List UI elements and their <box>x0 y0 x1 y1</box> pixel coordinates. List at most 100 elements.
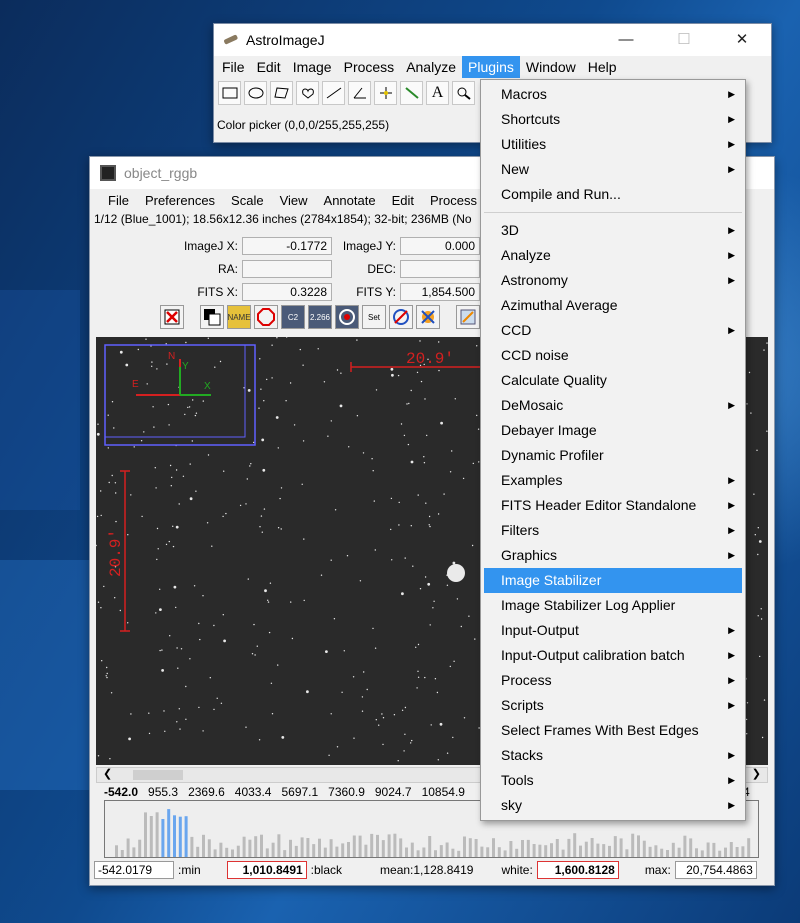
histogram-bar <box>654 845 658 857</box>
histogram-bar <box>294 845 298 857</box>
min-field[interactable]: -542.0179 <box>94 861 174 879</box>
plugins-menu-item[interactable]: Debayer Image <box>481 418 745 443</box>
histogram-bar <box>729 842 733 857</box>
image-menu-preferences[interactable]: Preferences <box>137 193 223 208</box>
image-menu-edit[interactable]: Edit <box>384 193 422 208</box>
plugins-menu-item[interactable]: FITS Header Editor Standalone ▶ <box>481 493 745 518</box>
histogram-bar <box>254 836 258 857</box>
plugins-menu-item[interactable]: Tools ▶ <box>481 768 745 793</box>
white-field[interactable]: 1,600.8128 <box>536 861 619 879</box>
c2-aperture-icon[interactable]: C2 <box>281 305 305 329</box>
stop-icon[interactable] <box>254 305 278 329</box>
plugins-menu-item[interactable]: CCD ▶ <box>481 318 745 343</box>
clear-apertures-icon[interactable] <box>416 305 440 329</box>
clear-overlay-icon[interactable] <box>160 305 184 329</box>
plugins-menu-item-label: Image Stabilizer Log Applier <box>501 597 676 613</box>
plugins-menu-item[interactable]: Select Frames With Best Edges <box>481 718 745 743</box>
plugins-menu-item[interactable]: Stacks ▶ <box>481 743 745 768</box>
scroll-left-icon[interactable]: ❮ <box>103 767 112 780</box>
max-label: max: <box>644 863 671 877</box>
main-titlebar[interactable]: AstroImageJ — ☐ ✕ <box>214 24 771 56</box>
plugins-menu-item[interactable]: Input-Output ▶ <box>481 618 745 643</box>
menu-edit[interactable]: Edit <box>251 56 287 78</box>
north-east-arrows <box>136 359 181 396</box>
name-label-icon[interactable]: NAME <box>227 305 251 329</box>
plugins-menu-item[interactable]: Macros ▶ <box>481 82 745 107</box>
fits-y-field[interactable]: 1,854.500 <box>400 283 480 301</box>
rectangle-tool-icon[interactable] <box>218 81 241 105</box>
menu-help[interactable]: Help <box>582 56 623 78</box>
scroll-thumb[interactable] <box>133 770 183 780</box>
image-menu-annotate[interactable]: Annotate <box>316 193 384 208</box>
menu-plugins[interactable]: Plugins <box>462 56 520 78</box>
histogram-bar <box>579 845 582 857</box>
close-button[interactable]: ✕ <box>713 24 771 56</box>
imagej-x-field[interactable]: -0.1772 <box>242 237 332 255</box>
plugins-menu-item[interactable]: Azimuthal Average <box>481 293 745 318</box>
aperture-icon[interactable] <box>335 305 359 329</box>
plugins-menu-item[interactable]: Compile and Run... <box>481 182 745 207</box>
plugins-menu-item[interactable]: Shortcuts ▶ <box>481 107 745 132</box>
histogram-bar <box>173 815 176 857</box>
image-menu-file[interactable]: File <box>100 193 137 208</box>
plugins-menu-item[interactable]: Graphics ▶ <box>481 543 745 568</box>
menu-image[interactable]: Image <box>287 56 338 78</box>
plugins-menu-item[interactable]: Input-Output calibration batch ▶ <box>481 643 745 668</box>
plugins-menu-item[interactable]: Analyze ▶ <box>481 243 745 268</box>
text-tool-icon[interactable]: A <box>426 81 449 105</box>
plugins-menu-item[interactable]: Calculate Quality <box>481 368 745 393</box>
plugins-menu-item[interactable]: sky ▶ <box>481 793 745 818</box>
plugins-menu-item[interactable]: Scripts ▶ <box>481 693 745 718</box>
edit-icon[interactable] <box>456 305 480 329</box>
plugins-menu-item[interactable]: CCD noise <box>481 343 745 368</box>
image-menu-process[interactable]: Process <box>422 193 485 208</box>
histogram-bar <box>434 850 437 857</box>
oval-tool-icon[interactable] <box>244 81 267 105</box>
histogram-bar <box>735 847 739 857</box>
point-tool-icon[interactable] <box>374 81 397 105</box>
plugins-menu-item[interactable]: Dynamic Profiler <box>481 443 745 468</box>
histogram-bar <box>718 850 722 857</box>
fits-x-field[interactable]: 0.3228 <box>242 283 332 301</box>
scroll-right-icon[interactable]: ❯ <box>752 767 761 780</box>
plugins-menu-item[interactable]: Utilities ▶ <box>481 132 745 157</box>
wand-tool-icon[interactable] <box>400 81 423 105</box>
black-field[interactable]: 1,010.8491 <box>226 861 307 879</box>
plugins-menu-item[interactable]: Image Stabilizer Log Applier <box>481 593 745 618</box>
plugins-menu-item[interactable]: Image Stabilizer <box>484 568 742 593</box>
plugins-menu-item[interactable]: Process ▶ <box>481 668 745 693</box>
histogram-bar <box>602 844 606 857</box>
freehand-tool-icon[interactable] <box>296 81 319 105</box>
dec-field[interactable] <box>400 260 480 278</box>
histogram-bar <box>492 838 495 857</box>
ra-field[interactable] <box>242 260 332 278</box>
histogram-bar <box>439 845 443 857</box>
maximize-button[interactable]: ☐ <box>655 24 713 56</box>
imagej-y-field[interactable]: 0.000 <box>400 237 480 255</box>
image-menu-scale[interactable]: Scale <box>223 193 272 208</box>
menu-file[interactable]: File <box>216 56 251 78</box>
plugins-menu-item[interactable]: 3D ▶ <box>481 218 745 243</box>
plugins-menu-item[interactable]: Examples ▶ <box>481 468 745 493</box>
multi-aperture-icon[interactable] <box>389 305 413 329</box>
zoom-tool-icon[interactable] <box>452 81 475 105</box>
plugins-menu-item[interactable]: Astronomy ▶ <box>481 268 745 293</box>
image-menu-view[interactable]: View <box>272 193 316 208</box>
max-field[interactable]: 20,754.4863 <box>674 861 757 879</box>
histogram-bar <box>666 850 669 857</box>
polygon-tool-icon[interactable] <box>270 81 293 105</box>
radius-icon[interactable]: 2.266 <box>308 305 332 329</box>
angle-tool-icon[interactable] <box>348 81 371 105</box>
set-aperture-icon[interactable]: Set <box>362 305 386 329</box>
minimize-button[interactable]: — <box>597 24 655 56</box>
line-tool-icon[interactable] <box>322 81 345 105</box>
plugins-menu-item[interactable]: New ▶ <box>481 157 745 182</box>
invert-icon[interactable] <box>200 305 224 329</box>
menu-window[interactable]: Window <box>520 56 582 78</box>
histogram-bar <box>289 839 292 857</box>
menu-analyze[interactable]: Analyze <box>400 56 462 78</box>
menu-process[interactable]: Process <box>338 56 401 78</box>
plugins-menu-item[interactable]: DeMosaic ▶ <box>481 393 745 418</box>
histogram-bar <box>161 819 165 857</box>
plugins-menu-item[interactable]: Filters ▶ <box>481 518 745 543</box>
